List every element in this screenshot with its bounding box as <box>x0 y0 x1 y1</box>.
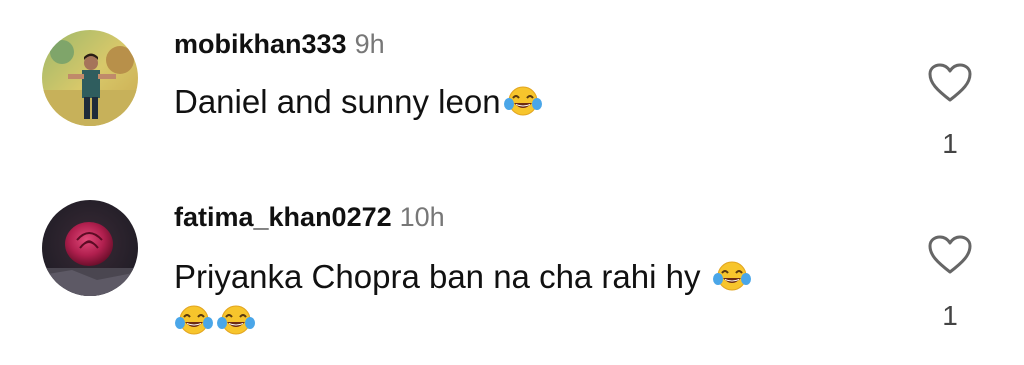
avatar[interactable] <box>42 200 138 296</box>
like-count: 1 <box>942 128 958 159</box>
comment-text-content: Daniel and sunny leon <box>174 83 501 120</box>
like-area: 1 <box>925 234 975 332</box>
comment-text: Priyanka Chopra ban na cha rahi hy <box>174 255 752 343</box>
comment-text: Daniel and sunny leon <box>174 80 543 124</box>
comment-item: mobikhan333 9h Daniel and sunny leon 1 <box>0 0 1024 182</box>
like-area: 1 <box>925 62 975 160</box>
comment-username[interactable]: mobikhan333 <box>174 29 347 59</box>
tears-of-joy-emoji-icon <box>216 302 256 338</box>
comment-timestamp: 9h <box>354 29 385 59</box>
tears-of-joy-emoji-icon <box>174 302 214 338</box>
comment-username[interactable]: fatima_khan0272 <box>174 202 392 232</box>
comment-item: fatima_khan0272 10h Priyanka Chopra ban n… <box>0 182 1024 365</box>
heart-outline-icon[interactable] <box>927 62 973 104</box>
heart-outline-icon[interactable] <box>927 234 973 276</box>
like-count: 1 <box>942 300 958 331</box>
comment-text-content: Priyanka Chopra ban na cha rahi hy <box>174 258 701 295</box>
tears-of-joy-emoji-icon <box>712 258 752 294</box>
avatar[interactable] <box>42 30 138 126</box>
tears-of-joy-emoji-icon <box>503 83 543 119</box>
comment-timestamp: 10h <box>399 202 445 232</box>
